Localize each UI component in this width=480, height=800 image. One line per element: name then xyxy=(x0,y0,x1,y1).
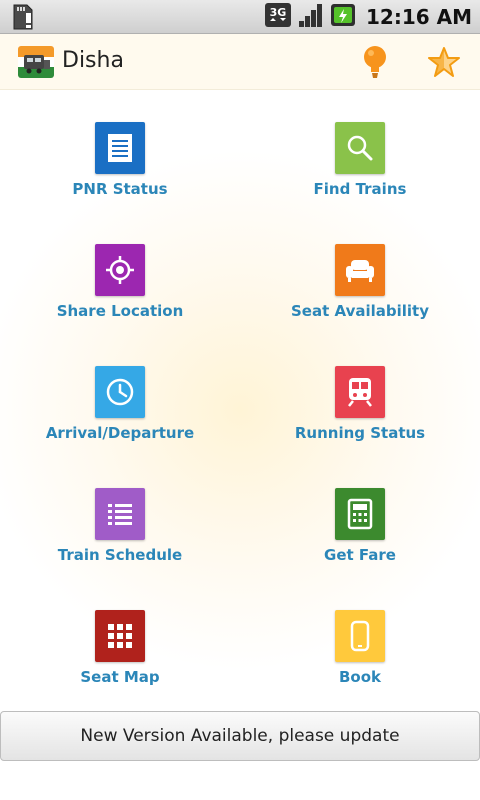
document-list-icon xyxy=(95,122,145,174)
svg-text:3G: 3G xyxy=(270,6,287,19)
get-fare-button[interactable]: Get Fare xyxy=(240,456,480,578)
update-banner-button[interactable]: New Version Available, please update xyxy=(0,711,480,761)
book-label: Book xyxy=(338,668,382,686)
status-time: 12:16 AM xyxy=(365,5,472,29)
arrival-departure-button[interactable]: Arrival/Departure xyxy=(0,334,240,456)
train-schedule-label: Train Schedule xyxy=(57,546,183,564)
sofa-icon xyxy=(335,244,385,296)
lightbulb-icon[interactable] xyxy=(360,44,390,84)
share-location-label: Share Location xyxy=(56,302,184,320)
arrival-departure-label: Arrival/Departure xyxy=(45,424,195,442)
update-banner-text: New Version Available, please update xyxy=(80,726,400,746)
running-status-label: Running Status xyxy=(294,424,426,442)
seat-availability-button[interactable]: Seat Availability xyxy=(240,212,480,334)
pnr-status-label: PNR Status xyxy=(72,180,168,198)
smartphone-icon xyxy=(335,610,385,662)
train-icon xyxy=(335,366,385,418)
share-location-button[interactable]: Share Location xyxy=(0,212,240,334)
find-trains-label: Find Trains xyxy=(313,180,407,198)
running-status-button[interactable]: Running Status xyxy=(240,334,480,456)
pnr-status-button[interactable]: PNR Status xyxy=(0,90,240,212)
calculator-icon xyxy=(335,488,385,540)
location-target-icon xyxy=(95,244,145,296)
star-icon[interactable] xyxy=(428,47,460,81)
main-menu-grid: PNR Status Find Trains Share Location Se… xyxy=(0,90,480,710)
list-icon xyxy=(95,488,145,540)
seat-map-button[interactable]: Seat Map xyxy=(0,578,240,700)
clock-icon xyxy=(95,366,145,418)
get-fare-label: Get Fare xyxy=(324,546,396,564)
3g-icon: 3G xyxy=(264,1,292,33)
seat-availability-label: Seat Availability xyxy=(291,302,429,320)
action-bar: Disha xyxy=(0,34,480,90)
status-bar: 3G 12:16 AM xyxy=(0,0,480,34)
train-schedule-button[interactable]: Train Schedule xyxy=(0,456,240,578)
search-icon xyxy=(335,122,385,174)
seat-map-label: Seat Map xyxy=(80,668,160,686)
train-logo-icon xyxy=(18,46,54,78)
book-button[interactable]: Book xyxy=(240,578,480,700)
battery-charging-icon xyxy=(330,1,356,33)
app-title: Disha xyxy=(62,48,124,73)
signal-icon xyxy=(298,1,324,33)
grid-icon xyxy=(95,610,145,662)
sd-card-alert-icon xyxy=(10,3,36,35)
find-trains-button[interactable]: Find Trains xyxy=(240,90,480,212)
